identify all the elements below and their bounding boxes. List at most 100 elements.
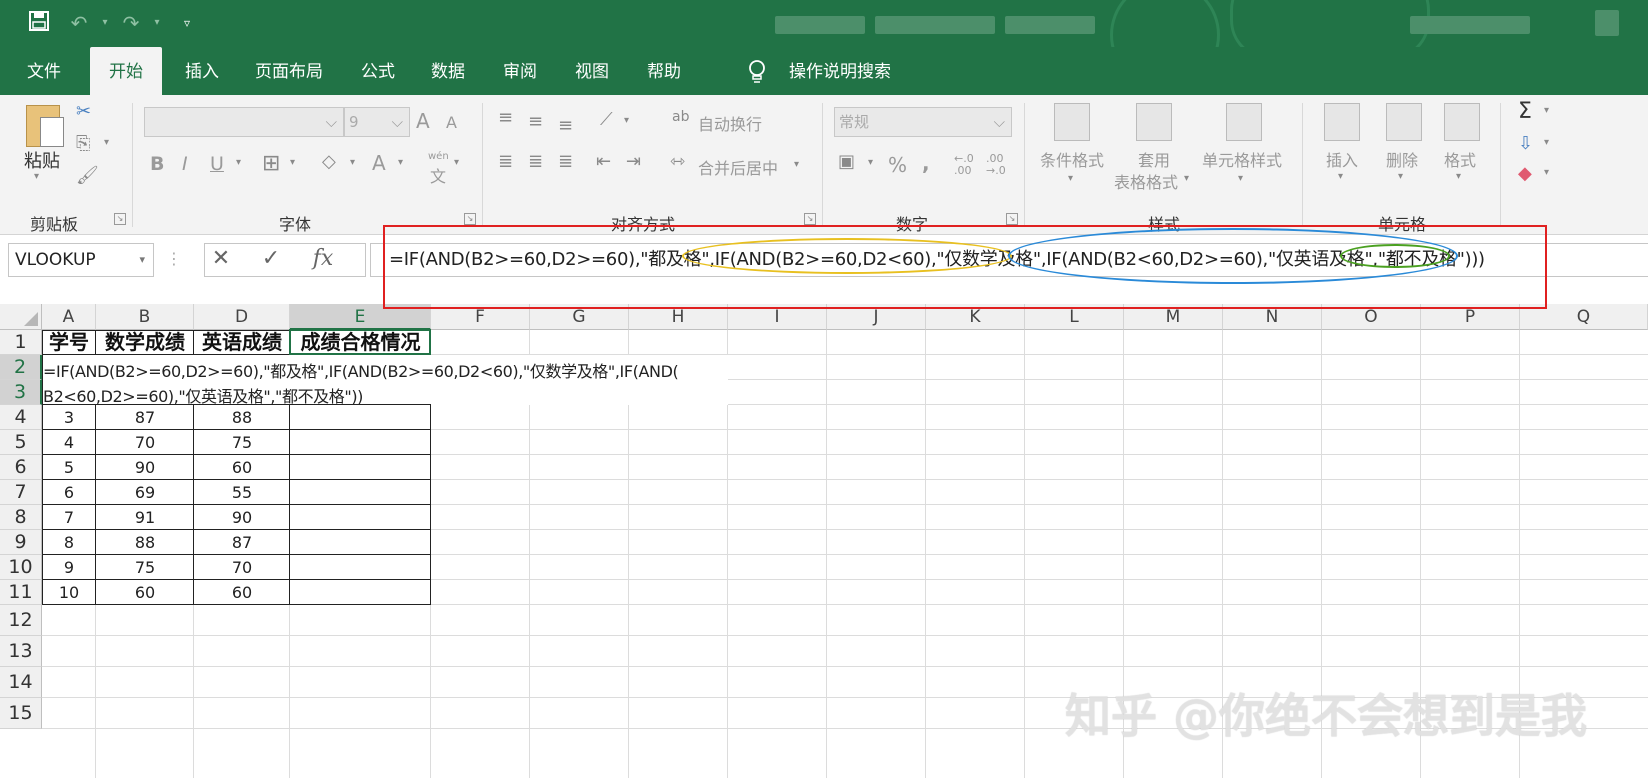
clear-icon[interactable]: ◆ bbox=[1518, 163, 1532, 184]
align-launcher-icon[interactable]: ↘ bbox=[804, 213, 816, 225]
fill-color-icon[interactable]: ◇ bbox=[322, 151, 336, 172]
enter-icon[interactable]: ✓ bbox=[256, 243, 286, 277]
format-cells-icon[interactable] bbox=[1444, 103, 1480, 141]
cell-math[interactable]: 87 bbox=[96, 405, 194, 430]
shrink-font-icon[interactable]: A bbox=[446, 113, 457, 132]
cell-math[interactable]: 90 bbox=[96, 455, 194, 480]
row-header-14[interactable]: 14 bbox=[0, 667, 42, 698]
merge-icon[interactable]: ⇿ bbox=[670, 151, 685, 172]
align-bottom-icon[interactable]: ≡ bbox=[558, 115, 573, 136]
fill-dropdown-icon[interactable]: ▾ bbox=[1544, 137, 1549, 148]
font-size-combo[interactable]: 9 ⌵ bbox=[344, 107, 410, 137]
header-cell[interactable]: 学号 bbox=[42, 330, 96, 355]
cell-math[interactable]: 60 bbox=[96, 580, 194, 605]
cell-styles-icon[interactable] bbox=[1226, 103, 1262, 141]
font-color-dropdown-icon[interactable]: ▾ bbox=[398, 157, 403, 168]
redo-dropdown-icon[interactable]: ▾ bbox=[144, 10, 170, 36]
table-format-dropdown-icon[interactable]: ▾ bbox=[1184, 173, 1189, 184]
fill-dropdown-icon[interactable]: ▾ bbox=[350, 157, 355, 168]
comma-button[interactable]: , bbox=[922, 151, 930, 175]
insert-cells-button[interactable]: 插入 bbox=[1326, 147, 1358, 171]
clipboard-launcher-icon[interactable]: ↘ bbox=[114, 213, 126, 225]
copy-icon[interactable]: ⎘ bbox=[76, 133, 90, 154]
number-launcher-icon[interactable]: ↘ bbox=[1006, 213, 1018, 225]
currency-dropdown-icon[interactable]: ▾ bbox=[868, 157, 873, 168]
cell-edit-line-1[interactable]: =IF(AND(B2>=60,D2>=60),"都及格",IF(AND(B2>=… bbox=[43, 358, 679, 382]
column-header-d[interactable]: D bbox=[194, 304, 290, 330]
conditional-format-dropdown-icon[interactable]: ▾ bbox=[1068, 173, 1073, 184]
increase-decimal-button[interactable]: ←.0 .00 bbox=[954, 153, 984, 177]
cut-icon[interactable]: ✂ bbox=[76, 101, 91, 122]
underline-dropdown-icon[interactable]: ▾ bbox=[236, 157, 241, 168]
cell-english[interactable]: 70 bbox=[194, 555, 290, 580]
row-header-7[interactable]: 7 bbox=[0, 480, 42, 505]
row-header-1[interactable]: 1 bbox=[0, 330, 42, 355]
column-header-a[interactable]: A bbox=[42, 304, 96, 330]
wrap-text-button[interactable]: 自动换行 bbox=[698, 111, 762, 135]
align-right-icon[interactable]: ≣ bbox=[558, 151, 573, 172]
row-header-6[interactable]: 6 bbox=[0, 455, 42, 480]
redo-icon[interactable]: ↷ bbox=[118, 10, 144, 36]
cell-english[interactable]: 60 bbox=[194, 455, 290, 480]
align-middle-icon[interactable]: ≡ bbox=[528, 111, 543, 132]
row-header-5[interactable]: 5 bbox=[0, 430, 42, 455]
row-header-2[interactable]: 2 bbox=[0, 355, 42, 380]
autosum-icon[interactable]: Σ bbox=[1518, 99, 1532, 124]
merge-center-button[interactable]: 合并后居中 bbox=[698, 155, 778, 179]
insert-function-button[interactable]: fx bbox=[306, 243, 340, 277]
increase-indent-icon[interactable]: ⇥ bbox=[626, 151, 641, 172]
cell-english[interactable]: 55 bbox=[194, 480, 290, 505]
paste-dropdown-icon[interactable]: ▾ bbox=[34, 171, 39, 182]
phonetic-dropdown-icon[interactable]: ▾ bbox=[454, 157, 459, 168]
clear-dropdown-icon[interactable]: ▾ bbox=[1544, 167, 1549, 178]
cell-english[interactable]: 90 bbox=[194, 505, 290, 530]
tab-page-layout[interactable]: 页面布局 bbox=[244, 47, 334, 95]
tab-data[interactable]: 数据 bbox=[420, 47, 476, 95]
decrease-indent-icon[interactable]: ⇤ bbox=[596, 151, 611, 172]
row-header-15[interactable]: 15 bbox=[0, 698, 42, 729]
orientation-icon[interactable]: ⟋ bbox=[600, 109, 613, 130]
save-icon[interactable] bbox=[26, 10, 52, 38]
autosum-dropdown-icon[interactable]: ▾ bbox=[1544, 105, 1549, 116]
font-color-icon[interactable]: A bbox=[372, 151, 386, 175]
row-header-8[interactable]: 8 bbox=[0, 505, 42, 530]
cell-math[interactable]: 91 bbox=[96, 505, 194, 530]
format-dropdown-icon[interactable]: ▾ bbox=[1456, 171, 1461, 182]
bold-button[interactable]: B bbox=[150, 153, 164, 175]
row-header-12[interactable]: 12 bbox=[0, 605, 42, 636]
decrease-decimal-button[interactable]: .00 →.0 bbox=[986, 153, 1016, 177]
undo-icon[interactable]: ↶ bbox=[66, 10, 92, 36]
header-cell[interactable]: 数学成绩 bbox=[96, 330, 194, 355]
customize-toolbar-icon[interactable]: ▿ bbox=[174, 10, 200, 36]
paste-label[interactable]: 粘贴 bbox=[24, 147, 60, 173]
font-launcher-icon[interactable]: ↘ bbox=[464, 213, 476, 225]
cell-english[interactable]: 87 bbox=[194, 530, 290, 555]
cell-id[interactable]: 7 bbox=[42, 505, 96, 530]
grow-font-icon[interactable]: A bbox=[416, 109, 430, 133]
phonetic-icon[interactable]: wén bbox=[428, 151, 449, 162]
cell-english[interactable]: 88 bbox=[194, 405, 290, 430]
row-header-10[interactable]: 10 bbox=[0, 555, 42, 580]
table-format-icon[interactable] bbox=[1136, 103, 1172, 141]
row-header-9[interactable]: 9 bbox=[0, 530, 42, 555]
row-header-3[interactable]: 3 bbox=[0, 380, 42, 405]
name-box[interactable]: VLOOKUP ▾ bbox=[8, 243, 154, 277]
copy-dropdown-icon[interactable]: ▾ bbox=[104, 137, 109, 148]
italic-button[interactable]: I bbox=[182, 153, 188, 175]
cell-english[interactable]: 60 bbox=[194, 580, 290, 605]
number-format-combo[interactable]: 常规 ⌵ bbox=[834, 107, 1012, 137]
tab-home[interactable]: 开始 bbox=[90, 47, 162, 95]
tab-insert[interactable]: 插入 bbox=[172, 47, 232, 95]
row-header-13[interactable]: 13 bbox=[0, 636, 42, 667]
tell-me-search[interactable]: 操作说明搜索 bbox=[780, 47, 900, 95]
cell-math[interactable]: 75 bbox=[96, 555, 194, 580]
orientation-dropdown-icon[interactable]: ▾ bbox=[624, 115, 629, 126]
align-top-icon[interactable]: ≡ bbox=[498, 107, 513, 128]
cell-math[interactable]: 69 bbox=[96, 480, 194, 505]
row-header-4[interactable]: 4 bbox=[0, 405, 42, 430]
conditional-format-button[interactable]: 条件格式 bbox=[1040, 147, 1104, 171]
cell-english[interactable]: 75 bbox=[194, 430, 290, 455]
cell-styles-button[interactable]: 单元格样式 bbox=[1202, 147, 1282, 171]
cell-math[interactable]: 70 bbox=[96, 430, 194, 455]
lightbulb-icon[interactable] bbox=[742, 47, 772, 95]
